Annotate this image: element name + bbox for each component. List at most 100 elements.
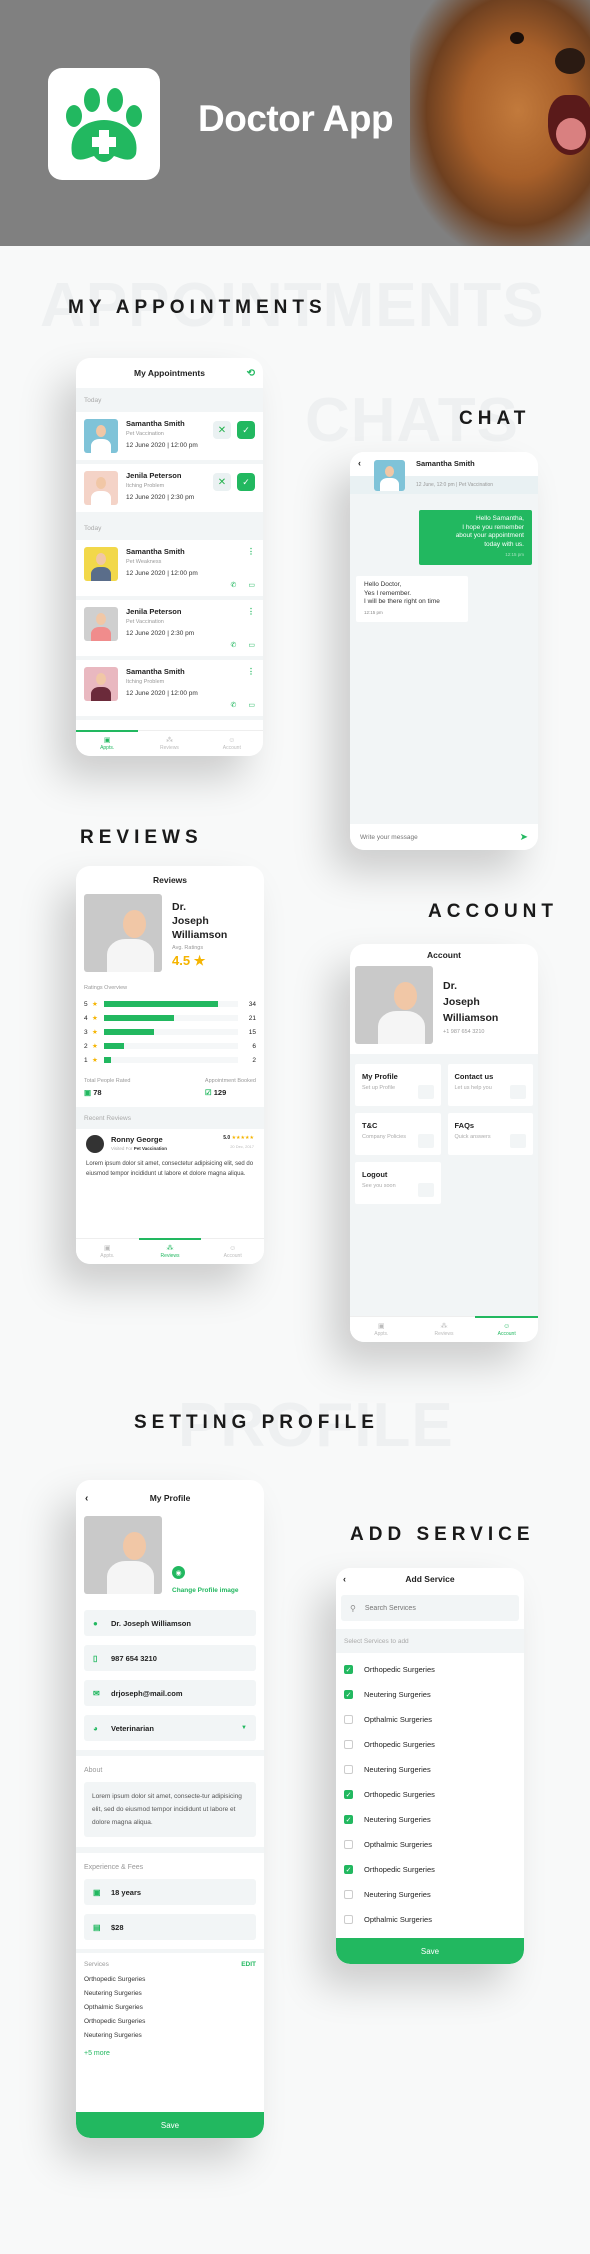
- more-options-icon[interactable]: ⋮: [247, 607, 255, 616]
- rating-stars-label: 2: [84, 1042, 88, 1050]
- call-icon[interactable]: ✆: [231, 641, 237, 649]
- appointment-item[interactable]: Jenila Peterson Itching Problem 12 June 20…: [76, 464, 263, 516]
- checkbox[interactable]: ✓: [344, 1790, 353, 1799]
- checkbox[interactable]: [344, 1765, 353, 1774]
- email-field[interactable]: ✉ drjoseph@mail.com: [84, 1680, 256, 1706]
- account-icon: ☺: [503, 1322, 511, 1330]
- account-tile[interactable]: Contact us Let us help you: [447, 1064, 533, 1106]
- tab-account[interactable]: ☺ Account: [475, 1316, 538, 1342]
- service-checkbox-row[interactable]: Orthopedic Surgeries: [336, 1732, 524, 1757]
- message-icon[interactable]: ▭: [248, 641, 255, 649]
- appointment-reason: Itching Problem: [126, 483, 165, 489]
- fee-field[interactable]: ▤ $28: [84, 1914, 256, 1940]
- message-line: about your appointment: [455, 532, 524, 539]
- call-icon[interactable]: ✆: [231, 581, 237, 589]
- tab-account[interactable]: ☺ Account: [201, 731, 263, 756]
- save-button[interactable]: Save: [336, 1938, 524, 1964]
- checkbox[interactable]: ✓: [344, 1865, 353, 1874]
- message-input[interactable]: [360, 833, 520, 841]
- section-title-add-service: ADD SERVICE: [350, 1524, 535, 1545]
- account-tile[interactable]: Logout See you soon: [355, 1162, 441, 1204]
- bottom-tab-bar: ▣ Appts. ⁂ Reviews ☺ Account: [76, 1238, 264, 1264]
- save-button[interactable]: Save: [76, 2112, 264, 2138]
- camera-icon[interactable]: ◉: [172, 1566, 185, 1579]
- experience-field[interactable]: ▣ 18 years: [84, 1879, 256, 1905]
- tile-title: FAQs: [454, 1121, 475, 1130]
- phone-icon: ▯: [93, 1653, 98, 1663]
- tab-appts[interactable]: ▣ Appts.: [76, 1239, 139, 1264]
- search-icon: ⚲: [350, 1603, 356, 1613]
- account-tile[interactable]: My Profile Set up Profile: [355, 1064, 441, 1106]
- service-checkbox-row[interactable]: ✓ Neutering Surgeries: [336, 1682, 524, 1707]
- service-label: Neutering Surgeries: [364, 1690, 431, 1699]
- service-checkbox-row[interactable]: Opthalmic Surgeries: [336, 1832, 524, 1857]
- back-icon[interactable]: ‹: [343, 1574, 346, 1584]
- message-outgoing: Hello Samantha, I hope you remember about …: [419, 510, 532, 565]
- tab-account[interactable]: ☺ Account: [201, 1239, 264, 1264]
- name-field[interactable]: ● Dr. Joseph Williamson: [84, 1610, 256, 1636]
- service-item: Orthopedic Surgeries: [84, 1976, 146, 1983]
- service-label: Orthopedic Surgeries: [364, 1865, 435, 1874]
- send-icon[interactable]: ➤: [520, 832, 528, 843]
- rating-count: 15: [248, 1028, 256, 1036]
- reject-button[interactable]: ✕: [213, 473, 231, 491]
- more-options-icon[interactable]: ⋮: [247, 667, 255, 676]
- message-line: Hello Doctor,: [364, 581, 402, 588]
- accept-button[interactable]: ✓: [237, 473, 255, 491]
- change-image-link[interactable]: Change Profile image: [172, 1587, 238, 1594]
- section-title-chat: CHAT: [459, 408, 531, 429]
- appointment-item[interactable]: Samantha Smith Pet Vaccination 12 June 202…: [76, 412, 263, 464]
- back-icon[interactable]: ‹: [85, 1493, 88, 1504]
- role-select[interactable]: ◕ Veterinarian ▼: [84, 1715, 256, 1741]
- service-checkbox-row[interactable]: ✓ Orthopedic Surgeries: [336, 1657, 524, 1682]
- checkbox[interactable]: ✓: [344, 1665, 353, 1674]
- patient-avatar: [84, 667, 118, 701]
- accept-button[interactable]: ✓: [237, 421, 255, 439]
- checkbox[interactable]: [344, 1840, 353, 1849]
- message-icon[interactable]: ▭: [248, 581, 255, 589]
- service-checkbox-row[interactable]: ✓ Orthopedic Surgeries: [336, 1857, 524, 1882]
- appointment-item[interactable]: Samantha Smith Itching Problem 12 June 202…: [76, 660, 263, 720]
- history-icon[interactable]: ⟲: [247, 368, 255, 379]
- app-logo: [48, 68, 160, 180]
- star-icon: ★: [92, 1043, 98, 1050]
- more-services-link[interactable]: +5 more: [76, 2046, 264, 2061]
- service-checkbox-row[interactable]: Neutering Surgeries: [336, 1882, 524, 1907]
- service-checkbox-row[interactable]: Opthalmic Surgeries: [336, 1907, 524, 1932]
- account-tile[interactable]: FAQs Quick answers: [447, 1113, 533, 1155]
- appointment-item[interactable]: Samantha Smith Pet Weakness 12 June 2020 |…: [76, 540, 263, 600]
- dog-photo: [410, 0, 590, 246]
- rating-count: 34: [248, 1000, 256, 1008]
- checkbox[interactable]: ✓: [344, 1690, 353, 1699]
- tab-reviews[interactable]: ⁂ Reviews: [138, 731, 200, 756]
- back-icon[interactable]: ‹: [358, 458, 361, 468]
- checkbox[interactable]: [344, 1740, 353, 1749]
- tab-appts[interactable]: ▣ Appts.: [76, 730, 139, 756]
- service-checkbox-row[interactable]: Opthalmic Surgeries: [336, 1707, 524, 1732]
- clipboard-icon: [417, 1134, 434, 1148]
- search-input[interactable]: [364, 1604, 456, 1612]
- message-icon[interactable]: ▭: [248, 701, 255, 709]
- account-tile[interactable]: T&C Company Policies: [355, 1113, 441, 1155]
- appointment-time: 12 June 2020 | 2:30 pm: [126, 494, 195, 501]
- tab-reviews[interactable]: ⁂ Reviews: [138, 1238, 202, 1264]
- checkbox[interactable]: [344, 1915, 353, 1924]
- about-textarea[interactable]: Lorem ipsum dolor sit amet, consecte-tur…: [84, 1782, 256, 1837]
- reject-button[interactable]: ✕: [213, 421, 231, 439]
- more-options-icon[interactable]: ⋮: [247, 547, 255, 556]
- checkbox[interactable]: [344, 1715, 353, 1724]
- checkbox[interactable]: ✓: [344, 1815, 353, 1824]
- message-incoming: Hello Doctor, Yes I remember. I will be th…: [356, 576, 468, 622]
- service-checkbox-row[interactable]: Neutering Surgeries: [336, 1757, 524, 1782]
- tab-appts[interactable]: ▣ Appts.: [350, 1317, 413, 1342]
- service-checkbox-row[interactable]: ✓ Orthopedic Surgeries: [336, 1782, 524, 1807]
- screen-title: Reviews: [152, 875, 188, 885]
- appointment-item[interactable]: Jenila Peterson Pet Vaccination 12 June 20…: [76, 600, 263, 660]
- checkbox[interactable]: [344, 1890, 353, 1899]
- service-checkbox-row[interactable]: ✓ Neutering Surgeries: [336, 1807, 524, 1832]
- info-icon: [510, 1134, 526, 1148]
- call-icon[interactable]: ✆: [231, 701, 237, 709]
- phone-field[interactable]: ▯ 987 654 3210: [84, 1645, 256, 1671]
- tab-reviews[interactable]: ⁂ Reviews: [413, 1317, 476, 1342]
- edit-services-button[interactable]: EDIT: [241, 1961, 256, 1968]
